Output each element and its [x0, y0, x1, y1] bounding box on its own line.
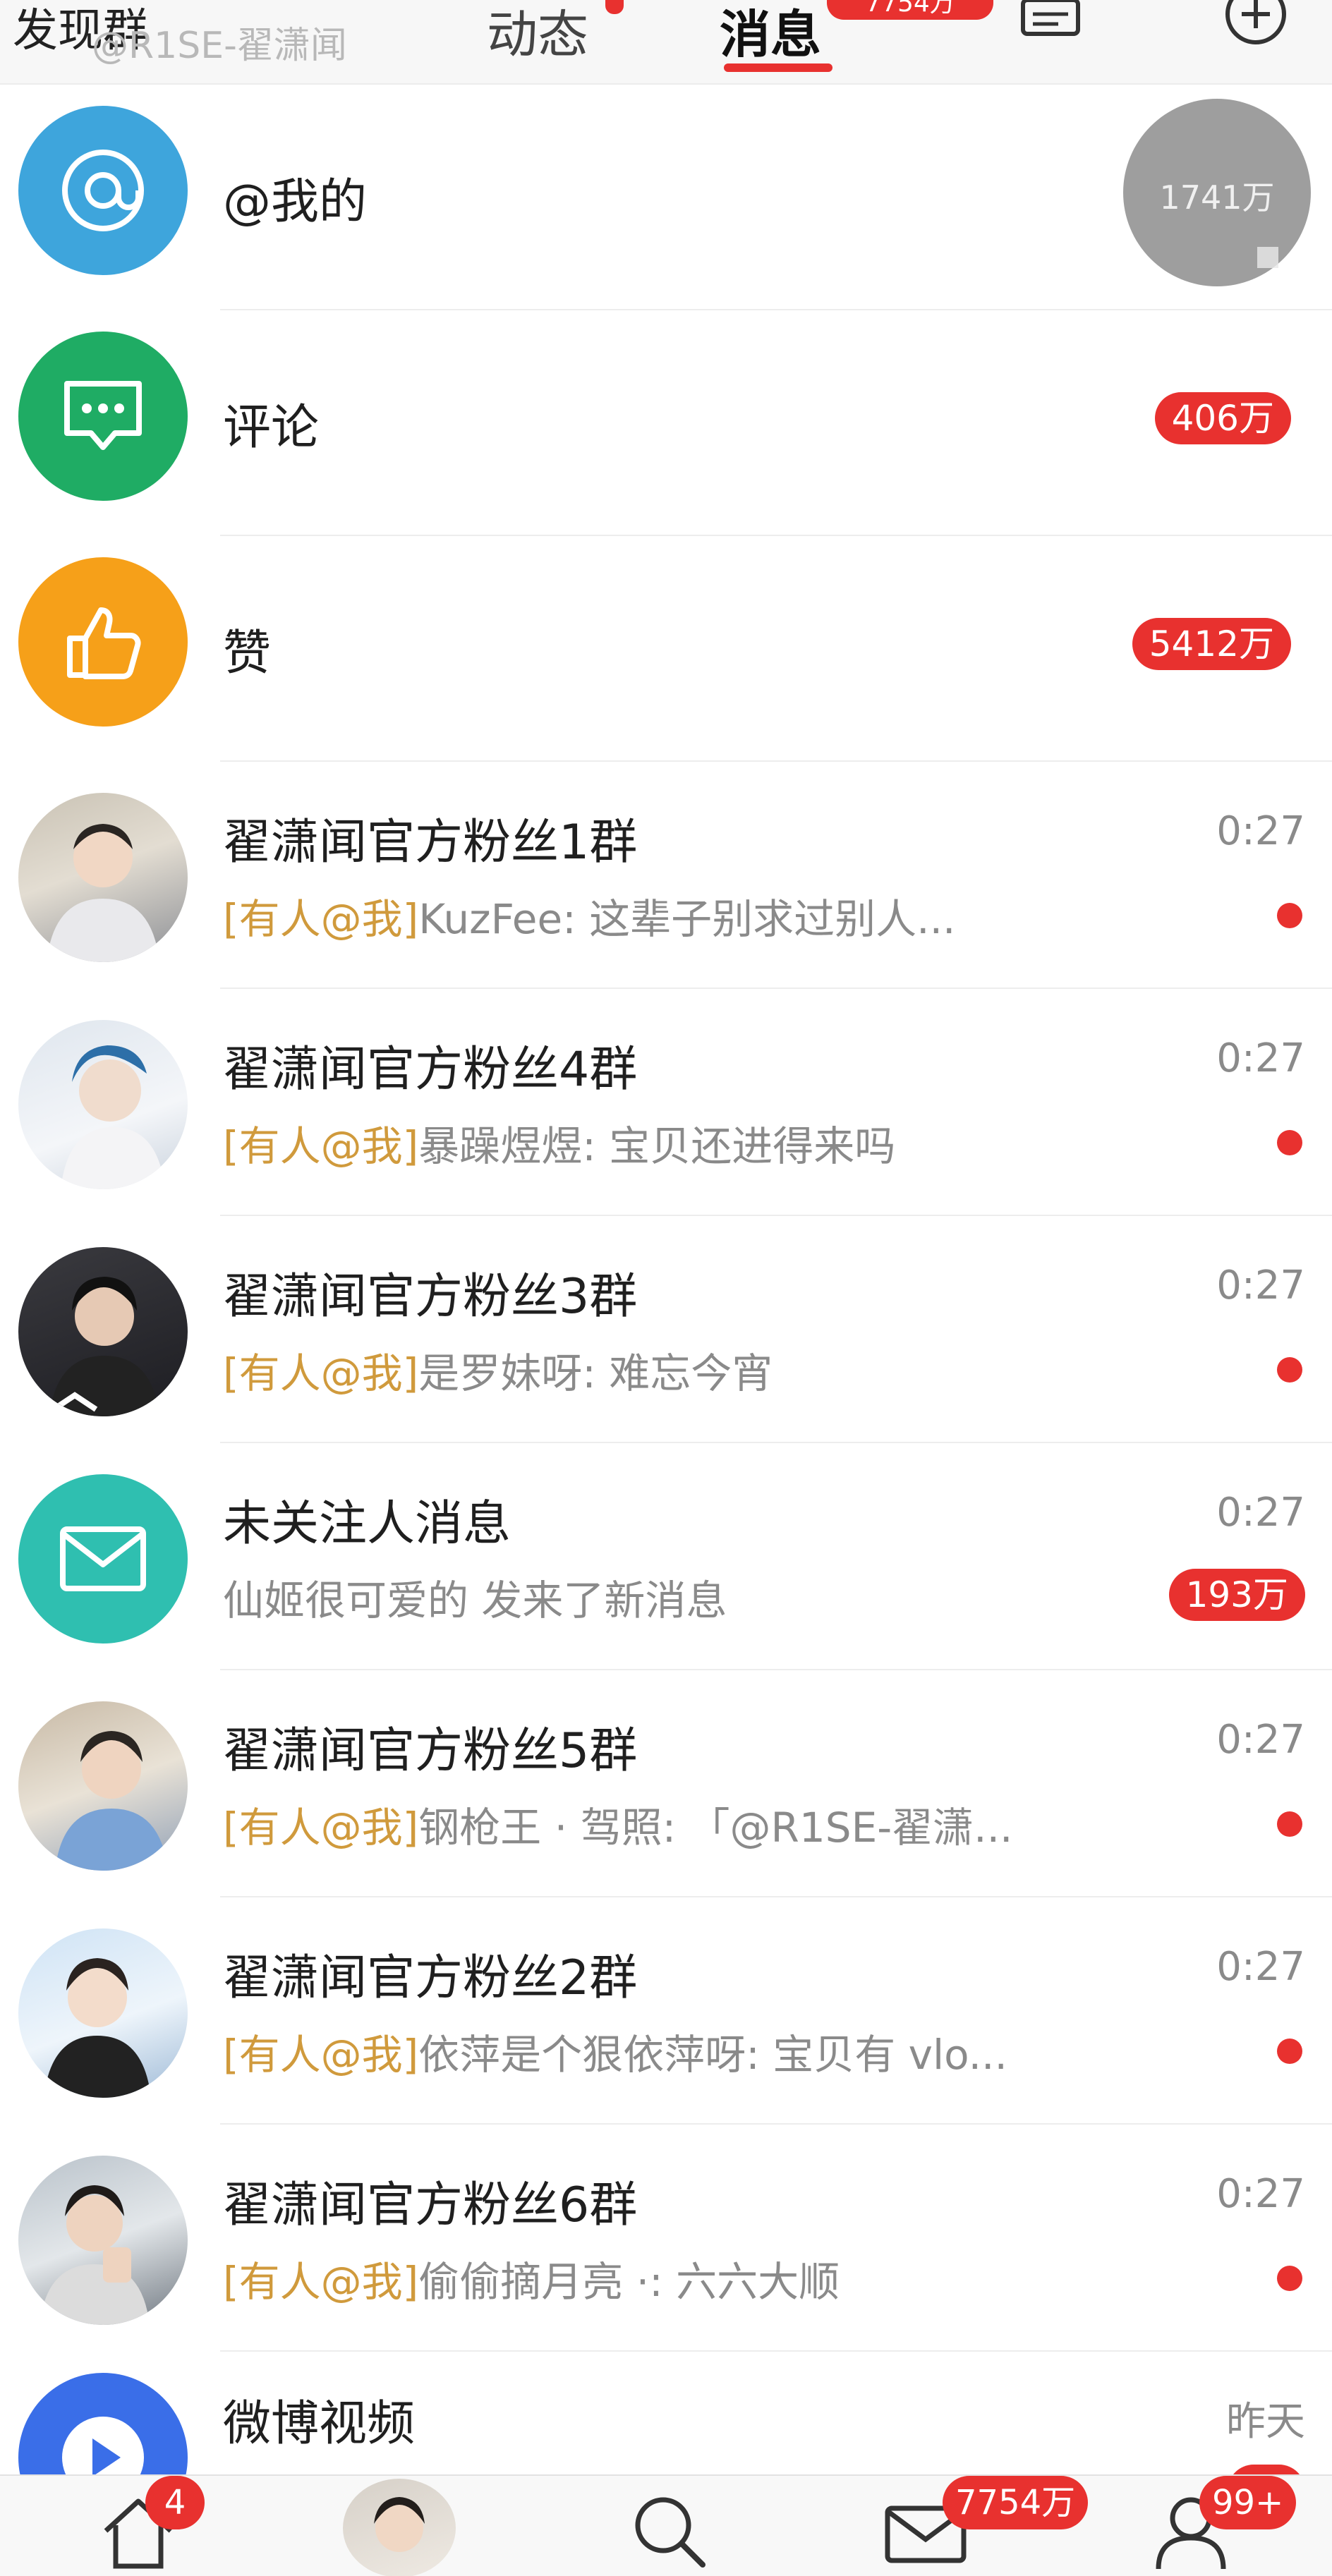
tab-dynamic[interactable]: 动态: [487, 0, 588, 67]
watermark: @R1SE-翟潇闻: [92, 25, 347, 67]
row-preview: [有人@我]钢枪王 · 驾照: 「@R1SE-翟潇...: [223, 1794, 1012, 1854]
list-item-weibo-video[interactable]: 微博视频 昨天: [0, 2352, 1332, 2474]
count-badge: 193万: [1168, 1569, 1305, 1621]
message-nav-badge: 7754万: [943, 2476, 1089, 2529]
active-tab-indicator: [724, 63, 832, 72]
avatar: [18, 1247, 188, 1416]
mention-tag: [有人@我]: [223, 1804, 419, 1852]
list-item-likes[interactable]: 赞 5412万: [0, 536, 1332, 762]
preview-text: KuzFee: 这辈子别求过别人...: [418, 895, 956, 943]
avatar: [18, 1701, 188, 1871]
row-preview: [有人@我]依萍是个狠依萍呀: 宝贝有 vlo...: [223, 2022, 1007, 2081]
row-preview: [有人@我]暴躁煜煜: 宝贝还进得来吗: [223, 1113, 895, 1172]
list-item-fan-group-3[interactable]: 翟潇闻官方粉丝3群 0:27 [有人@我]是罗妹呀: 难忘今宵: [0, 1216, 1332, 1443]
avatar: [18, 1020, 188, 1189]
row-title: 微博视频: [223, 2396, 416, 2452]
list-item-stranger-messages[interactable]: 未关注人消息 0:27 仙姬很可爱的 发来了新消息 193万: [0, 1443, 1332, 1670]
row-time: 0:27: [1216, 1263, 1305, 1308]
video-play-icon: [18, 2373, 188, 2474]
row-title: 翟潇闻官方粉丝5群: [223, 1723, 638, 1779]
comment-icon: [18, 332, 188, 501]
row-time: 0:27: [1216, 1944, 1305, 1990]
list-item-fan-group-4[interactable]: 翟潇闻官方粉丝4群 0:27 [有人@我]暴躁煜煜: 宝贝还进得来吗: [0, 989, 1332, 1216]
add-icon[interactable]: [1221, 0, 1291, 56]
message-tab-badge: 7754万: [827, 0, 993, 20]
list-item-fan-group-6[interactable]: 翟潇闻官方粉丝6群 0:27 [有人@我]偷偷摘月亮 ·: 六六大顺: [0, 2125, 1332, 2352]
list-item-fan-group-2[interactable]: 翟潇闻官方粉丝2群 0:27 [有人@我]依萍是个狠依萍呀: 宝贝有 vlo..…: [0, 1897, 1332, 2125]
row-title: @我的: [223, 174, 368, 230]
mail-icon: [18, 1474, 188, 1644]
overlay-corner-mark: [1257, 247, 1278, 268]
mention-tag: [有人@我]: [223, 895, 419, 943]
list-item-fan-group-5[interactable]: 翟潇闻官方粉丝5群 0:27 [有人@我]钢枪王 · 驾照: 「@R1SE-翟潇…: [0, 1670, 1332, 1897]
row-title: 未关注人消息: [223, 1496, 511, 1552]
floating-overlay-button[interactable]: 1741万: [1123, 99, 1311, 286]
row-time: 0:27: [1216, 1717, 1305, 1763]
unread-dot: [1277, 2266, 1302, 2291]
list-item-fan-group-1[interactable]: 翟潇闻官方粉丝1群 0:27 [有人@我]KuzFee: 这辈子别求过别人...: [0, 762, 1332, 989]
unread-dot: [1277, 1130, 1302, 1155]
avatar: [18, 1928, 188, 2098]
avatar: [18, 2156, 188, 2325]
row-time: 昨天: [1226, 2399, 1305, 2445]
unread-dot: [1277, 1811, 1302, 1837]
preview-text: 是罗妹呀: 难忘今宵: [418, 1349, 773, 1397]
overlay-badge-text: 1741万: [1159, 178, 1275, 217]
row-title: 翟潇闻官方粉丝2群: [223, 1950, 638, 2006]
preview-text: 暴躁煜煜: 宝贝还进得来吗: [418, 1122, 896, 1170]
row-title: 评论: [223, 400, 320, 456]
dynamic-unread-dot: [605, 0, 624, 14]
profile-badge: 99+: [1199, 2476, 1297, 2529]
home-badge: 4: [145, 2476, 205, 2529]
preview-text: 钢枪王 · 驾照: 「@R1SE-翟潇...: [418, 1804, 1013, 1852]
mention-tag: [有人@我]: [223, 1122, 419, 1170]
count-badge: 5412万: [1132, 618, 1291, 670]
row-time: 0:27: [1216, 808, 1305, 854]
count-badge: [1228, 2465, 1305, 2474]
avatar: [18, 793, 188, 962]
top-header: 发现群 @R1SE-翟潇闻 动态 消息 7754万: [0, 0, 1332, 85]
row-title: 翟潇闻官方粉丝3群: [223, 1269, 638, 1325]
unread-dot: [1277, 903, 1302, 928]
search-icon[interactable]: [626, 2489, 711, 2573]
list-item-comments[interactable]: 评论 406万: [0, 310, 1332, 536]
row-title: 翟潇闻官方粉丝4群: [223, 1042, 638, 1098]
row-time: 0:27: [1216, 1490, 1305, 1536]
contacts-icon[interactable]: [1016, 0, 1086, 42]
row-preview: 仙姬很可爱的 发来了新消息: [223, 1576, 727, 1624]
row-preview: [有人@我]偷偷摘月亮 ·: 六六大顺: [223, 2249, 840, 2308]
thumbs-up-icon: [18, 557, 188, 727]
row-title: 赞: [223, 626, 272, 681]
at-icon: [18, 106, 188, 275]
row-title: 翟潇闻官方粉丝1群: [223, 815, 638, 870]
row-preview: [有人@我]是罗妹呀: 难忘今宵: [223, 1340, 773, 1399]
mention-tag: [有人@我]: [223, 2258, 419, 2306]
tab-message[interactable]: 消息: [720, 0, 821, 67]
unread-dot: [1277, 1357, 1302, 1383]
row-time: 0:27: [1216, 2171, 1305, 2217]
preview-text: 依萍是个狠依萍呀: 宝贝有 vlo...: [418, 2031, 1007, 2079]
count-badge: 406万: [1154, 392, 1291, 444]
row-preview: [有人@我]KuzFee: 这辈子别求过别人...: [223, 886, 955, 945]
row-time: 0:27: [1216, 1035, 1305, 1081]
unread-dot: [1277, 2039, 1302, 2064]
mention-tag: [有人@我]: [223, 1349, 419, 1397]
bottom-nav: 4 7754万 99+: [0, 2474, 1332, 2576]
preview-text: 偷偷摘月亮 ·: 六六大顺: [418, 2258, 840, 2306]
avatar[interactable]: [343, 2479, 456, 2576]
mention-tag: [有人@我]: [223, 2031, 419, 2079]
row-title: 翟潇闻官方粉丝6群: [223, 2177, 638, 2233]
